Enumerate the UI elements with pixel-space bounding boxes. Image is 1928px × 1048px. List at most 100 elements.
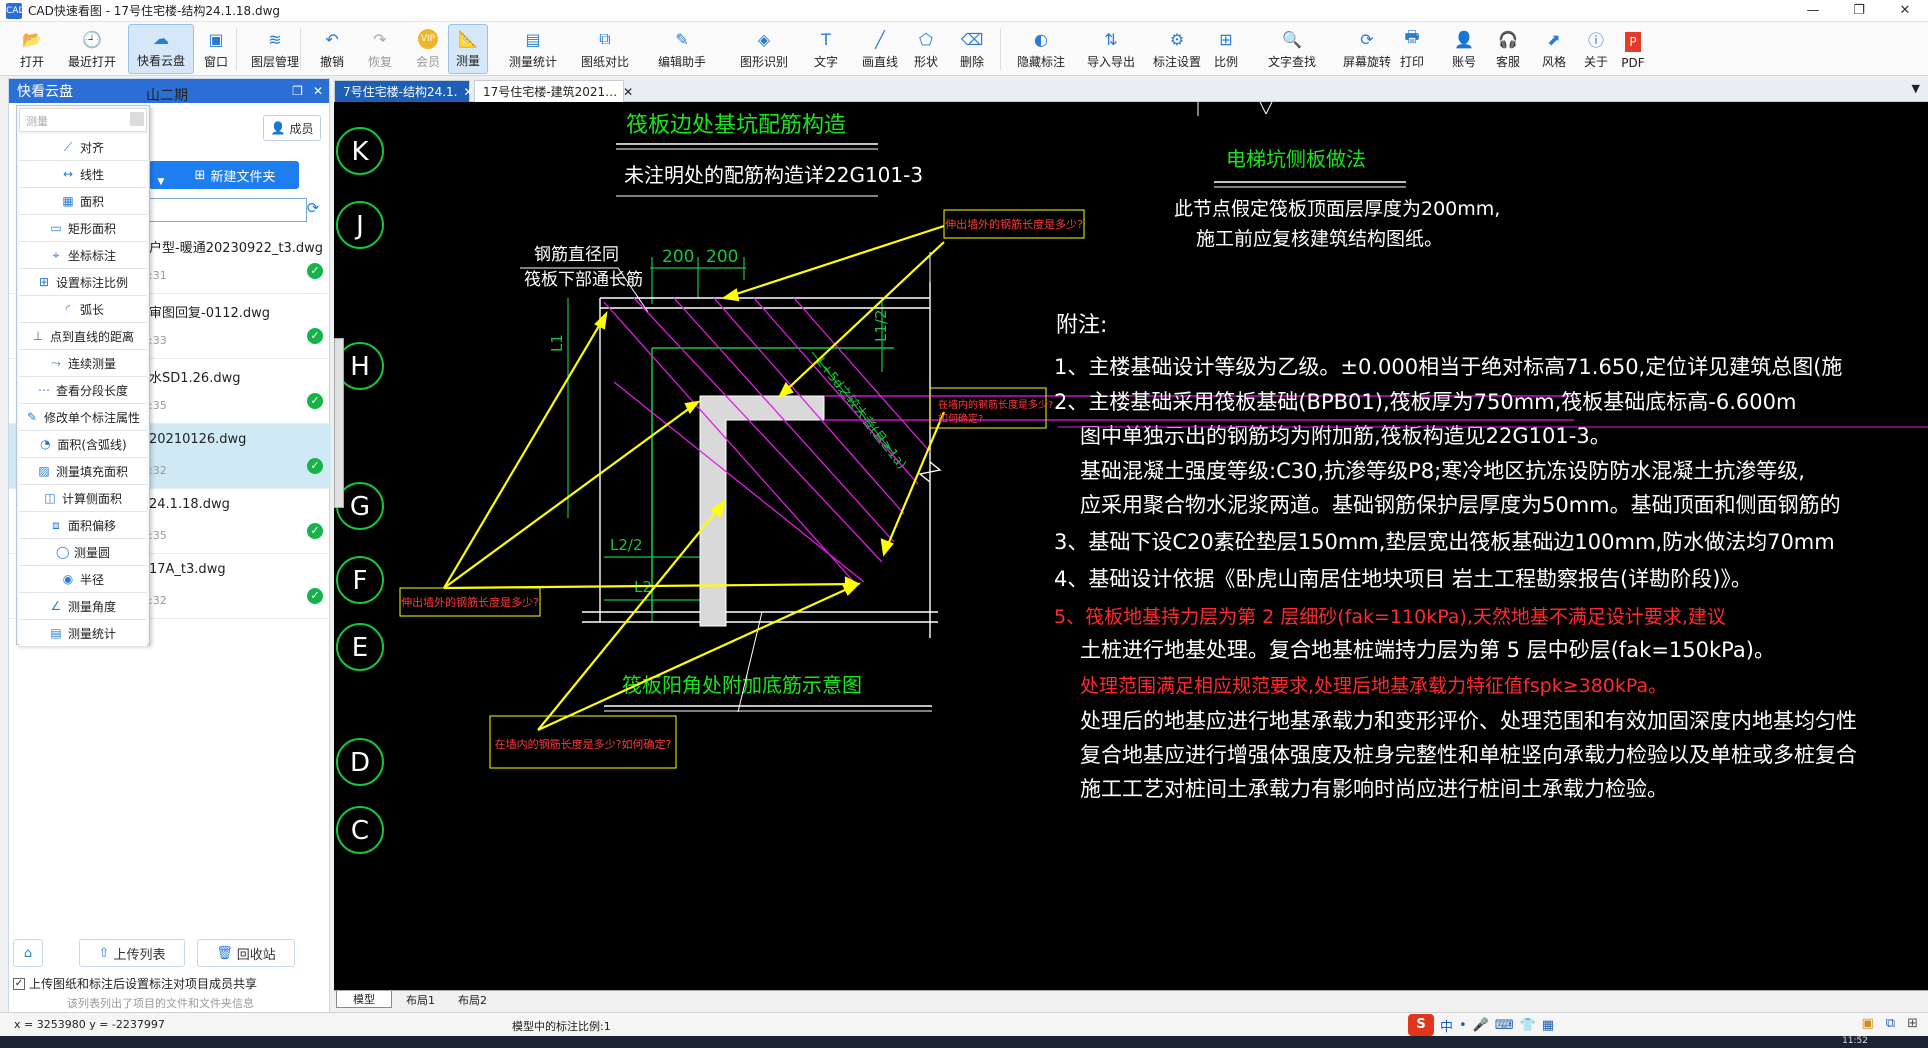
upload-dropdown-icon[interactable]: ▼ [149,161,173,189]
toolbar-button-measure[interactable]: 📐 测量 [448,24,488,74]
toolbar-button-redo[interactable]: ↷ 恢复 [362,24,398,74]
share-checkbox[interactable]: ✓ 上传图纸和标注后设置标注对项目成员共享 [13,975,257,992]
toolbar-button-vip[interactable]: VIP 会员 [410,24,446,74]
file-time: :33 [149,334,167,347]
toolbar-button-rotate-screen[interactable]: ⟳ 屏幕旋转 [1336,24,1398,74]
toolbar-button-edit-helper[interactable]: ✎ 编辑助手 [650,24,714,74]
note-line: 3、基础下设C20素砼垫层150mm,垫层宽出筏板基础边100mm,防水做法均7… [1054,530,1835,554]
menu-item-angle[interactable]: ∠ 测量角度 [19,593,147,620]
refresh-icon[interactable]: ⟳ [303,199,323,221]
toolbar-button-label: 打印 [1399,55,1424,69]
tab-overflow-icon[interactable]: ▼ [1912,82,1920,95]
toolbar-button-layers[interactable]: ≋ 图层管理 [246,24,304,74]
tab-close-icon[interactable]: ✕ [464,85,474,99]
tab-close-icon[interactable]: ✕ [623,85,633,99]
toolbar-button-compare[interactable]: ⧉ 图纸对比 [576,24,634,74]
home-button[interactable]: ⌂ [13,939,43,967]
tab-layout2[interactable]: 布局2 [442,991,503,1008]
menu-item-fill-area[interactable]: ▨ 测量填充面积 [19,458,147,485]
drawing-canvas[interactable]: K J H G F E D C 筏板边处基坑配筋构造 未注明处的配筋构造详22G… [334,102,1928,992]
toolbar-button-clock[interactable]: 🕘 最近打开 [62,24,122,74]
toolbar-button-eraser[interactable]: ⌫ 删除 [952,24,992,74]
menu-item-arc-area[interactable]: ◔ 面积(含弧线) [19,431,147,458]
menu-item-radius[interactable]: ◉ 半径 [19,566,147,593]
close-button[interactable]: ✕ [1882,0,1928,22]
menu-item-label: 半径 [79,572,104,587]
toolbar-button-label: 图层管理 [250,55,299,69]
toolbar-button-hide-annotation[interactable]: ◐ 隐藏标注 [1012,24,1070,74]
menu-item-point-line-distance[interactable]: ⊥ 点到直线的距离 [19,323,147,350]
menu-item-circle-measure[interactable]: ◯ 测量圆 [19,539,147,566]
align-measure-icon: ⟋ [63,139,73,154]
toolbar-button-cloud[interactable]: ☁ 快看云盘 [128,24,194,74]
menu-item-measure-stats[interactable]: ▤ 测量统计 [19,620,147,647]
file-time: :32 [149,464,167,477]
toolbar-button-print[interactable]: 🖶 打印 [1394,24,1430,74]
member-button[interactable]: 👤 成员 [263,115,321,141]
toolbar-button-annotation-settings[interactable]: ⚙ 标注设置 [1148,24,1206,74]
menu-item-rect-area[interactable]: ▭ 矩形面积 [19,215,147,242]
menu-item-area-offset[interactable]: ⧈ 面积偏移 [19,512,147,539]
skin-icon[interactable]: 👕 [1520,1018,1536,1033]
float-panel-icon[interactable]: ❐ [292,84,303,98]
toolbar-button-undo[interactable]: ↶ 撤销 [314,24,350,74]
menu-item-continuous-measure[interactable]: ⤳ 连续测量 [19,350,147,377]
toolbar-button-shape-recognition[interactable]: ◈ 图形识别 [732,24,796,74]
ime-item[interactable]: • [1459,1018,1467,1033]
menu-item-arc-length[interactable]: ◜ 弧长 [19,296,147,323]
status-tool-icon[interactable]: ▣ [1862,1016,1874,1031]
panel-splitter[interactable] [334,338,344,508]
menu-item-side-area[interactable]: ◫ 计算侧面积 [19,485,147,512]
question-text: 如何确定? [938,412,983,425]
menu-item-align-measure[interactable]: ⟋ 对齐 [19,134,147,161]
measure-menu-search[interactable]: 测量 [19,108,147,132]
toolbar-button-text-search[interactable]: 🔍 文字查找 [1262,24,1322,74]
ime-toolbar[interactable]: S 中 • 🎤 ⌨ 👕 ▦ [1408,1014,1554,1036]
menu-item-segment-length[interactable]: ⋯ 查看分段长度 [19,377,147,404]
toolbar-button-label: 图形识别 [739,55,788,69]
toolbar-button-scale[interactable]: ⊞ 比例 [1206,24,1246,74]
recycle-bin-button[interactable]: 🗑 回收站 [197,939,295,967]
question-box[interactable]: 伸出墙外的钢筋长度是多少? [399,587,541,617]
menu-item-set-scale[interactable]: ⊞ 设置标注比例 [19,269,147,296]
minimize-button[interactable]: — [1790,0,1836,22]
hide-annotation-icon: ◐ [1034,29,1048,49]
toolbar-button-import-export[interactable]: ⇅ 导入导出 [1082,24,1140,74]
status-tool-icon[interactable]: ⊞ [1907,1016,1918,1031]
axis-label: H [350,352,370,382]
toolbar-button-account[interactable]: 👤 账号 [1446,24,1482,74]
grid-icon[interactable]: ▦ [1542,1018,1554,1033]
keyboard-icon[interactable]: ⌨ [1495,1018,1514,1033]
microphone-icon[interactable]: 🎤 [1473,1018,1489,1033]
question-box[interactable]: 在墙内的钢筋长度是多少?如何确定? [489,715,677,769]
menu-search-clear-icon[interactable] [130,112,144,126]
tab-model[interactable]: 模型 [336,991,392,1008]
toolbar-button-headset[interactable]: 🎧 客服 [1490,24,1526,74]
new-folder-button[interactable]: ⊞ 新建文件夹 [171,161,299,189]
toolbar-button-pdf[interactable]: P PDF [1618,24,1648,74]
tab-architecture-drawing[interactable]: 17号住宅楼-建筑2021… ✕ [474,80,633,102]
toolbar-button-text[interactable]: T 文字 [806,24,846,74]
toolbar-button-open-folder[interactable]: 📂 打开 [14,24,50,74]
menu-item-label: 查看分段长度 [55,383,128,398]
upload-list-button[interactable]: ⇧ 上传列表 [79,939,185,967]
tab-structure-drawing[interactable]: 7号住宅楼-结构24.1. ✕ [334,80,474,102]
toolbar-button-style[interactable]: ⬈ 风格 [1536,24,1572,74]
toolbar-button-about[interactable]: ⓘ 关于 [1578,24,1614,74]
menu-item-linear-measure[interactable]: ↔ 线性 [19,161,147,188]
toolbar-button-measure-stats[interactable]: ▤ 测量统计 [504,24,562,74]
cad-drawing[interactable]: K J H G F E D C 筏板边处基坑配筋构造 未注明处的配筋构造详22G… [334,102,1928,992]
toolbar-button-shape[interactable]: ⬠ 形状 [906,24,946,74]
close-panel-icon[interactable]: ✕ [313,84,323,98]
menu-item-area[interactable]: ▦ 面积 [19,188,147,215]
ime-item[interactable]: 中 [1440,1016,1453,1035]
menu-item-edit-annotation[interactable]: ✎ 修改单个标注属性 [19,404,147,431]
status-tool-icon[interactable]: ⧉ [1886,1016,1895,1031]
question-box[interactable]: 伸出墙外的钢筋长度是多少? [943,209,1085,239]
toolbar-button-window[interactable]: ▣ 窗口 [198,24,234,74]
maximize-button[interactable]: ❐ [1836,0,1882,22]
menu-item-label: 面积(含弧线) [57,437,127,452]
toolbar-button-line[interactable]: ╱ 画直线 [854,24,906,74]
question-box[interactable]: 在墙内的钢筋长度是多少? 如何确定? [929,387,1053,429]
menu-item-coordinate[interactable]: ⌖ 坐标标注 [19,242,147,269]
